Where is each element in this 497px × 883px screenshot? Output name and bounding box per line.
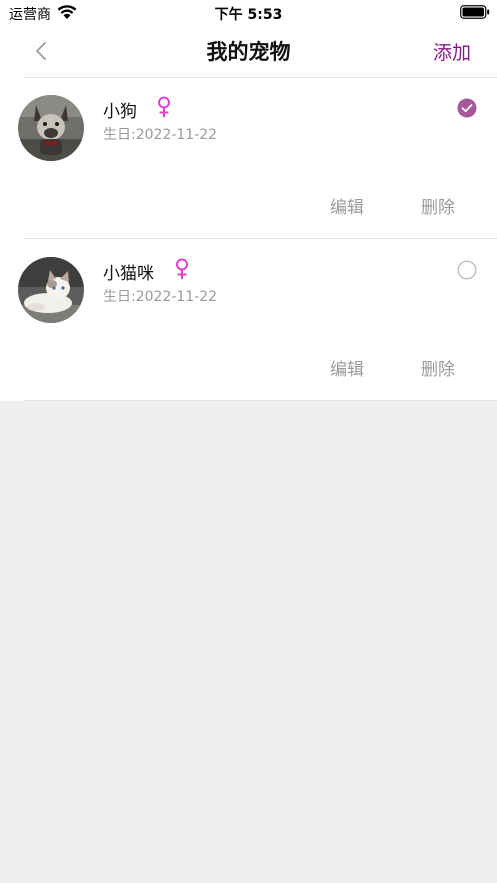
edit-pet-button[interactable]: 编辑: [330, 193, 364, 218]
add-pet-button[interactable]: 添加: [433, 38, 471, 65]
selected-check-icon[interactable]: [457, 98, 477, 118]
pet-card: 小猫咪 生日:2022-11-22 编辑 删除: [0, 239, 497, 400]
pet-birthday: 生日:2022-11-22: [103, 289, 218, 305]
pet-avatar-cat[interactable]: [18, 257, 84, 323]
content-panel: 运营商 下午 5:53 我的宠物 添加 小狗 生日:2022-11-22 编辑 …: [0, 0, 497, 401]
pet-name: 小狗: [103, 102, 137, 122]
divider: [24, 400, 497, 401]
edit-pet-button[interactable]: 编辑: [330, 355, 364, 380]
clock: 下午 5:53: [214, 7, 283, 23]
page-title: 我的宠物: [206, 40, 291, 64]
delete-pet-button[interactable]: 删除: [421, 355, 455, 380]
pet-card: 小狗 生日:2022-11-22 编辑 删除: [0, 77, 497, 238]
battery-icon: [460, 5, 490, 19]
screen: 运营商 下午 5:53 我的宠物 添加 小狗 生日:2022-11-22 编辑 …: [0, 0, 497, 883]
unselected-radio-icon[interactable]: [457, 260, 477, 280]
female-icon: [156, 96, 172, 118]
status-bar: 运营商 下午 5:53: [0, 0, 497, 26]
pet-birthday: 生日:2022-11-22: [103, 127, 218, 143]
pet-name: 小猫咪: [103, 264, 154, 284]
female-icon: [174, 258, 190, 280]
delete-pet-button[interactable]: 删除: [421, 193, 455, 218]
navigation-bar: 我的宠物 添加: [0, 26, 497, 76]
pet-avatar-dog[interactable]: [18, 95, 84, 161]
